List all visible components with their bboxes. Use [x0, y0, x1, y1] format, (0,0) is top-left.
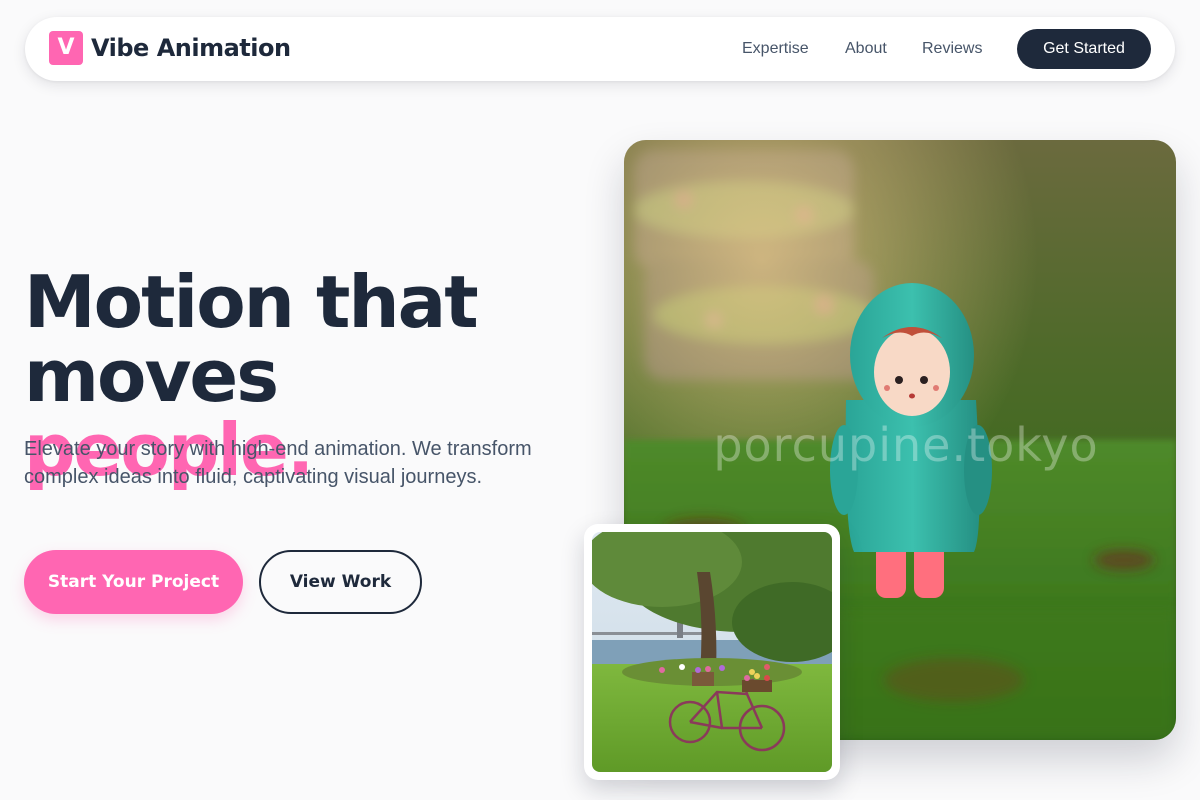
image-watermark: porcupine.tokyo	[713, 418, 1099, 472]
hero-subtitle: Elevate your story with high-end animati…	[24, 438, 532, 488]
get-started-button[interactable]: Get Started	[1017, 29, 1151, 69]
headline-line-2-plain: moves	[24, 334, 279, 418]
view-work-button[interactable]: View Work	[259, 550, 422, 614]
brand-name[interactable]: Vibe Animation	[91, 34, 291, 62]
nav-link-reviews[interactable]: Reviews	[922, 40, 982, 58]
nav-link-about[interactable]: About	[845, 40, 887, 58]
nav-link-expertise[interactable]: Expertise	[742, 40, 809, 58]
landing-page: V Vibe Animation Expertise About Reviews…	[0, 0, 1200, 800]
start-project-button[interactable]: Start Your Project	[24, 550, 243, 614]
logo-icon[interactable]: V	[49, 31, 83, 65]
secondary-photo-frame	[592, 532, 832, 772]
top-navbar: V Vibe Animation Expertise About Reviews…	[25, 17, 1175, 81]
headline-line-1: Motion that	[24, 260, 479, 344]
bicycle-photo	[592, 532, 832, 772]
secondary-photo-card	[584, 524, 840, 780]
